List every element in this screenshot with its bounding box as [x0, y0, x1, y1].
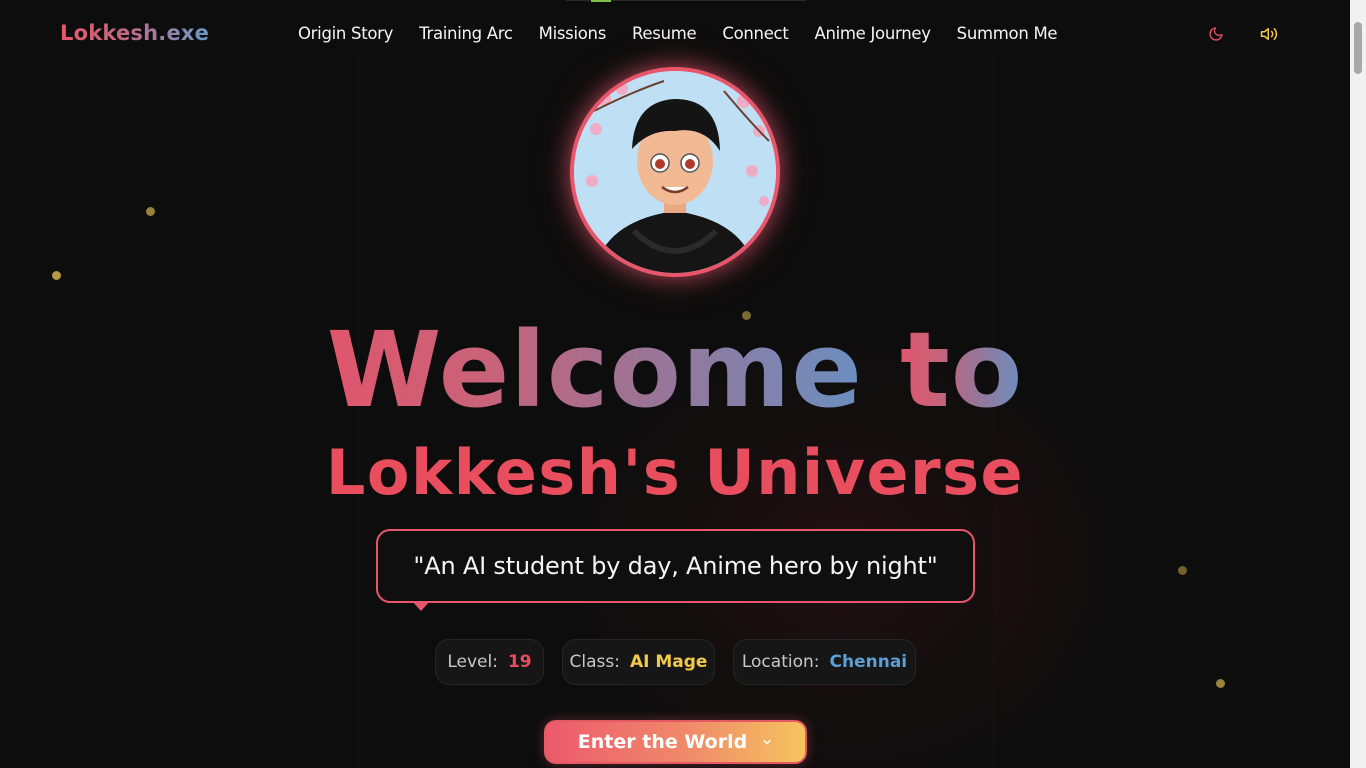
- particle-dot: [1178, 566, 1187, 575]
- enter-the-world-button[interactable]: Enter the World: [544, 720, 807, 764]
- scrollbar-thumb[interactable]: [1354, 22, 1362, 74]
- nav-links: Origin Story Training Arc Missions Resum…: [298, 24, 1083, 43]
- hero-title-line2: Lokkesh's Universe: [325, 436, 1025, 509]
- stat-class: Class: AI Mage: [562, 639, 715, 685]
- nav-link-origin-story[interactable]: Origin Story: [298, 24, 393, 43]
- nav-link-missions[interactable]: Missions: [539, 24, 607, 43]
- hero-title-line1: Welcome to: [0, 310, 1350, 430]
- profile-avatar: [570, 67, 780, 277]
- title-word-to: to: [900, 309, 1024, 431]
- particle-dot: [52, 271, 61, 280]
- site-logo[interactable]: Lokkesh.exe: [60, 21, 209, 45]
- stat-level: Level: 19: [435, 639, 544, 685]
- stat-location-value: Chennai: [829, 652, 908, 672]
- avatar-illustration: [574, 71, 776, 273]
- moon-icon[interactable]: [1207, 25, 1225, 43]
- particle-dot: [146, 207, 155, 216]
- enter-the-world-label: Enter the World: [577, 731, 748, 753]
- page-scrollbar[interactable]: [1350, 0, 1366, 768]
- nav-link-connect[interactable]: Connect: [722, 24, 788, 43]
- stat-level-label: Level:: [447, 652, 498, 672]
- nav-link-anime-journey[interactable]: Anime Journey: [814, 24, 930, 43]
- nav-link-training-arc[interactable]: Training Arc: [419, 24, 513, 43]
- stat-class-label: Class:: [569, 652, 620, 672]
- tagline-bubble: "An AI student by day, Anime hero by nig…: [376, 529, 975, 603]
- stat-level-value: 19: [507, 652, 532, 672]
- tagline-text: "An AI student by day, Anime hero by nig…: [413, 552, 938, 580]
- chevron-down-icon: [761, 731, 773, 753]
- nav-link-summon-me[interactable]: Summon Me: [957, 24, 1058, 43]
- speaker-icon[interactable]: [1260, 25, 1278, 43]
- title-word-welcome: Welcome: [326, 309, 863, 431]
- stat-class-value: AI Mage: [629, 652, 708, 672]
- tagline-bubble-tail: [412, 601, 430, 611]
- particle-dot: [1216, 679, 1225, 688]
- stat-location-label: Location:: [741, 652, 820, 672]
- top-navbar: Lokkesh.exe Origin Story Training Arc Mi…: [0, 0, 1350, 70]
- stat-location: Location: Chennai: [733, 639, 916, 685]
- nav-link-resume[interactable]: Resume: [632, 24, 697, 43]
